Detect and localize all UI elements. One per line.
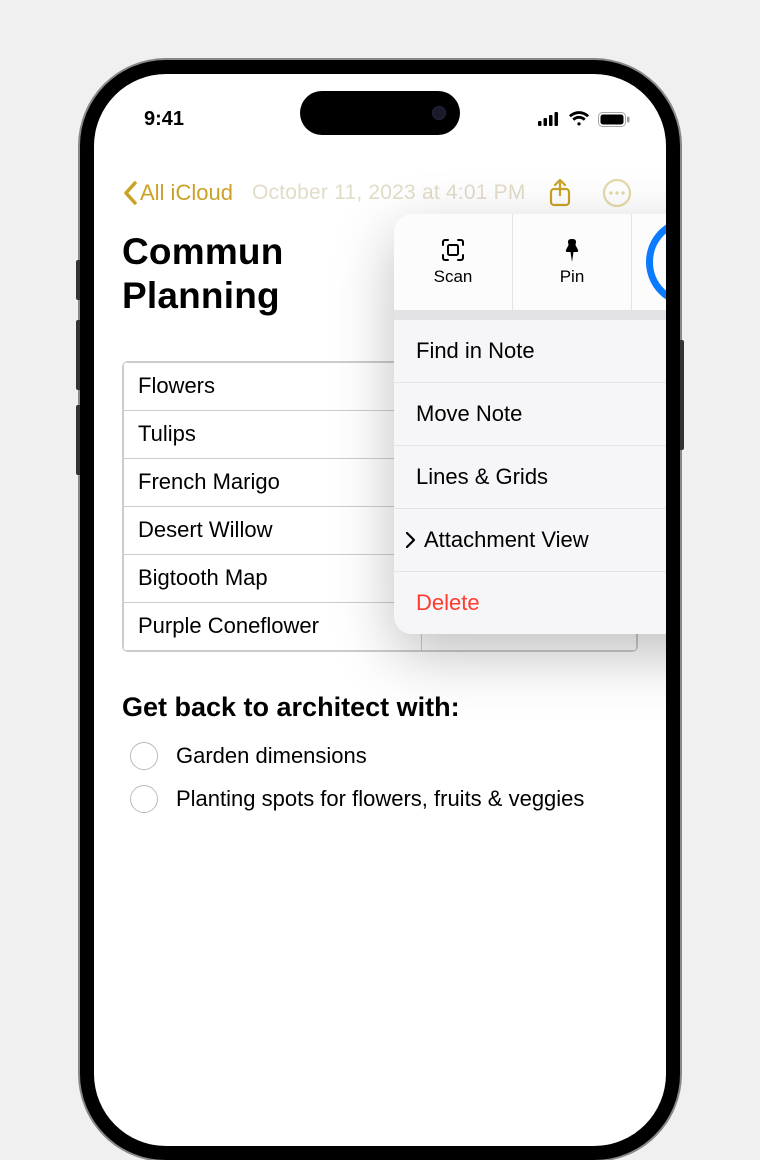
menu-item-attachment[interactable]: Attachment View bbox=[394, 508, 666, 571]
checklist-item[interactable]: Planting spots for flowers, fruits & veg… bbox=[130, 784, 638, 814]
checkbox-icon[interactable] bbox=[130, 785, 158, 813]
table-cell[interactable]: Bigtooth Map bbox=[124, 554, 422, 602]
menu-item-find[interactable]: Find in Note bbox=[394, 320, 666, 382]
cellular-icon bbox=[538, 112, 560, 126]
pin-button[interactable]: Pin bbox=[513, 214, 632, 310]
checkbox-icon[interactable] bbox=[130, 742, 158, 770]
pin-icon bbox=[562, 237, 582, 263]
more-menu: Scan Pin Lock bbox=[394, 214, 666, 634]
table-cell[interactable]: Flowers bbox=[124, 362, 422, 410]
chevron-left-icon bbox=[122, 181, 138, 205]
side-button bbox=[76, 260, 80, 300]
side-button bbox=[76, 320, 80, 390]
screen: 9:41 All iCloud bbox=[94, 74, 666, 1146]
highlight-ring bbox=[646, 217, 666, 307]
side-button bbox=[76, 405, 80, 475]
checklist: Garden dimensions Planting spots for flo… bbox=[122, 741, 638, 814]
checklist-label: Garden dimensions bbox=[176, 741, 367, 771]
menu-item-move[interactable]: Move Note bbox=[394, 382, 666, 445]
chevron-right-icon bbox=[404, 531, 416, 549]
menu-item-label: Find in Note bbox=[416, 338, 535, 364]
lock-button[interactable]: Lock bbox=[632, 214, 666, 310]
menu-divider bbox=[394, 310, 666, 320]
wifi-icon bbox=[568, 111, 590, 127]
battery-icon bbox=[598, 112, 630, 127]
note-timestamp: October 11, 2023 at 4:01 PM bbox=[252, 181, 526, 205]
camera-dot bbox=[432, 106, 446, 120]
scan-icon bbox=[440, 237, 466, 263]
menu-item-label: Delete bbox=[416, 590, 480, 616]
table-cell[interactable]: Purple Coneflower bbox=[124, 602, 422, 650]
checklist-label: Planting spots for flowers, fruits & veg… bbox=[176, 784, 584, 814]
nav-right bbox=[548, 178, 638, 208]
menu-item-label: Lines & Grids bbox=[416, 464, 548, 490]
dynamic-island bbox=[300, 91, 460, 135]
share-icon[interactable] bbox=[548, 178, 572, 208]
menu-list: Find in Note Move Note Lines & Grids bbox=[394, 320, 666, 634]
back-button[interactable]: All iCloud bbox=[122, 180, 233, 206]
table-cell[interactable]: Desert Willow bbox=[124, 506, 422, 554]
note-subheading[interactable]: Get back to architect with: bbox=[122, 692, 638, 723]
menu-item-label: Attachment View bbox=[424, 527, 589, 553]
status-time: 9:41 bbox=[144, 108, 184, 131]
menu-item-label: Move Note bbox=[416, 401, 522, 427]
scan-button[interactable]: Scan bbox=[394, 214, 513, 310]
action-label: Scan bbox=[434, 267, 473, 287]
status-icons bbox=[538, 111, 630, 127]
title-line: Commun bbox=[122, 231, 284, 272]
back-label: All iCloud bbox=[140, 180, 233, 206]
action-label: Pin bbox=[560, 267, 585, 287]
more-icon[interactable] bbox=[602, 178, 632, 208]
menu-item-lines[interactable]: Lines & Grids bbox=[394, 445, 666, 508]
menu-item-delete[interactable]: Delete bbox=[394, 571, 666, 634]
checklist-item[interactable]: Garden dimensions bbox=[130, 741, 638, 771]
table-cell[interactable]: French Marigo bbox=[124, 458, 422, 506]
title-line: Planning bbox=[122, 275, 280, 316]
table-cell[interactable]: Tulips bbox=[124, 410, 422, 458]
phone-frame: 9:41 All iCloud bbox=[80, 60, 680, 1160]
menu-action-row: Scan Pin Lock bbox=[394, 214, 666, 310]
nav-bar: All iCloud October 11, 2023 at 4:01 PM bbox=[122, 174, 638, 212]
side-button bbox=[680, 340, 684, 450]
